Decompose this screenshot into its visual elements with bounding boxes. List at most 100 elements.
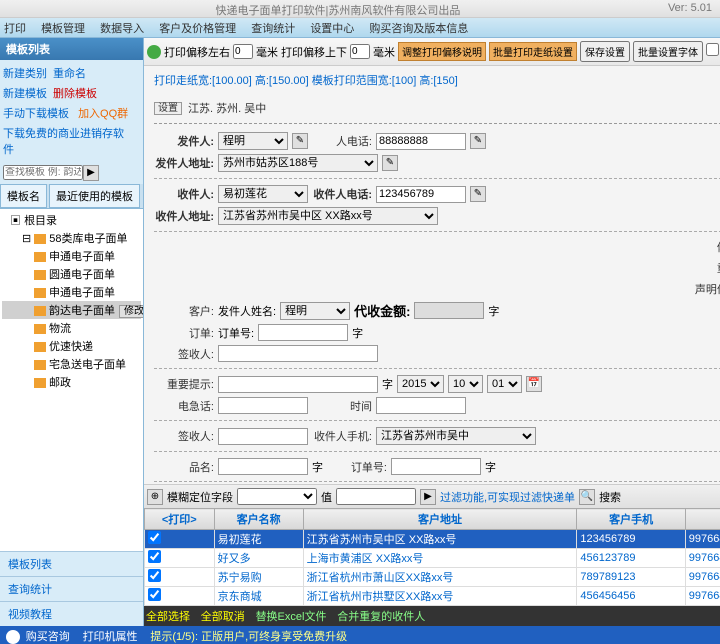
nav-video[interactable]: 视频教程 — [0, 601, 143, 626]
join-qq[interactable]: 加入QQ群 — [78, 108, 128, 120]
save-settings-button[interactable]: 保存设置 — [580, 41, 630, 62]
menu-template[interactable]: 模板管理 — [41, 23, 85, 35]
tree-item[interactable]: 邮政 — [2, 373, 141, 391]
delete-template[interactable]: 删除模板 — [53, 88, 97, 100]
file-icon — [34, 306, 46, 316]
tree-root[interactable]: ▣ 根目录 — [2, 211, 141, 229]
deselect-all[interactable]: 全部取消 — [201, 611, 245, 623]
destination-heading: 设置江苏. 苏州. 吴中 — [154, 92, 720, 124]
recv-mobile-select[interactable]: 江苏省苏州市吴中 — [376, 427, 536, 445]
file-icon — [34, 342, 46, 352]
file-icon — [34, 252, 46, 262]
new-category[interactable]: 新建类别 — [3, 68, 47, 80]
year-select[interactable]: 2015 — [397, 375, 444, 393]
sender-addr-select[interactable]: 苏州市姑苏区188号 — [218, 154, 378, 172]
menu-about[interactable]: 购买咨询及版本信息 — [369, 23, 468, 35]
col-barcode[interactable]: 条码 — [685, 509, 720, 530]
edit-icon[interactable]: ✎ — [470, 133, 486, 149]
merge-dup[interactable]: 合并重复的收件人 — [337, 611, 425, 623]
tree-item[interactable]: 宅急送电子面单 — [2, 355, 141, 373]
grid-row[interactable]: 好又多上海市黄浦区 XX路xx号4561237899976641507000 — [145, 549, 720, 568]
search-icon[interactable]: 🔍 — [579, 489, 595, 505]
grid-row[interactable]: 苏宁易购浙江省杭州市萧山区XX路xx号789789123997664150700… — [145, 568, 720, 587]
edit-icon[interactable]: ✎ — [470, 186, 486, 202]
locate-icon[interactable]: ⊕ — [147, 489, 163, 505]
tree-item[interactable]: 申通电子面单 — [2, 247, 141, 265]
offset-top-input[interactable] — [350, 44, 370, 59]
file-icon — [34, 288, 46, 298]
buy-link[interactable]: 购买咨询 — [26, 631, 70, 643]
recv-tel-input[interactable] — [376, 186, 466, 203]
grid-row[interactable]: 易初莲花江苏省苏州市吴中区 XX路xx号12345678999766415069… — [145, 530, 720, 549]
menu-customer[interactable]: 客户及价格管理 — [159, 23, 236, 35]
col-print[interactable]: <打印> — [145, 509, 215, 530]
template-search[interactable] — [3, 165, 83, 180]
offset-left-input[interactable] — [233, 44, 253, 59]
tree-category[interactable]: ⊟ 58类库电子面单 — [2, 229, 141, 247]
filter-tip[interactable]: 过滤功能,可实现过滤快递单 — [440, 489, 575, 505]
tree-item[interactable]: 物流 — [2, 319, 141, 337]
edit-icon[interactable]: ✎ — [382, 155, 398, 171]
offset-help-button[interactable]: 调整打印偏移说明 — [398, 42, 486, 61]
goods-input[interactable] — [218, 458, 308, 475]
customer-grid[interactable]: <打印> 客户名称 客户地址 客户手机 条码 易初莲花江苏省苏州市吴中区 XX路… — [144, 508, 720, 626]
tree-item[interactable]: 优速快递 — [2, 337, 141, 355]
month-select[interactable]: 10 — [448, 375, 483, 393]
cust-select[interactable]: 程明 — [280, 302, 350, 320]
menu-settings[interactable]: 设置中心 — [310, 23, 354, 35]
version: Ver: 5.01 — [668, 2, 712, 14]
tip-input[interactable] — [218, 376, 378, 393]
sender-tel-input[interactable] — [376, 133, 466, 150]
edit-button[interactable]: 修改 — [119, 305, 143, 318]
calendar-icon[interactable]: 📅 — [526, 376, 542, 392]
search-go-icon[interactable]: ▶ — [83, 165, 99, 181]
batch-font-button[interactable]: 批量设置字体 — [633, 41, 703, 62]
sender-select[interactable]: 程明 — [218, 132, 288, 150]
replace-excel[interactable]: 替换Excel文件 — [256, 611, 327, 623]
menu-print[interactable]: 打印 — [4, 23, 26, 35]
time-input[interactable] — [376, 397, 466, 414]
batch-paper-button[interactable]: 批量打印走纸设置 — [489, 42, 577, 61]
col-phone[interactable]: 客户手机 — [577, 509, 685, 530]
edit-icon[interactable]: ✎ — [292, 133, 308, 149]
filter-field-select[interactable] — [237, 488, 317, 505]
day-select[interactable]: 01 — [487, 375, 522, 393]
recv-addr-select[interactable]: 江苏省苏州市吴中区 XX路xx号 — [218, 207, 438, 225]
status-bar: 购买咨询 打印机属性 提示(1/5): 正版用户,可终身享受免费升级 — [0, 626, 720, 644]
sign-input[interactable] — [218, 345, 378, 362]
order2-input[interactable] — [391, 458, 481, 475]
download-erp[interactable]: 下载免费的商业进销存软件 — [3, 128, 124, 156]
recv-select[interactable]: 易初莲花 — [218, 185, 308, 203]
file-icon — [34, 270, 46, 280]
grid-row[interactable]: 京东商城浙江省杭州市拱墅区XX路xx号456456456997664150700… — [145, 587, 720, 606]
select-all[interactable]: 全部选择 — [146, 611, 190, 623]
tree-item-selected[interactable]: 韵达电子面单修改 — [2, 301, 141, 319]
order-input[interactable] — [258, 324, 348, 341]
template-tree[interactable]: ▣ 根目录 ⊟ 58类库电子面单 申通电子面单 圆通电子面单 申通电子面单 韵达… — [0, 209, 143, 551]
nav-templates[interactable]: 模板列表 — [0, 551, 143, 576]
phone2-input[interactable] — [218, 397, 308, 414]
menu-import[interactable]: 数据导入 — [100, 23, 144, 35]
sign2-input[interactable] — [218, 428, 308, 445]
download-template[interactable]: 手动下载模板 — [3, 108, 69, 120]
tab-template-name[interactable]: 模板名 — [0, 184, 47, 208]
col-addr[interactable]: 客户地址 — [303, 509, 577, 530]
tab-recent[interactable]: 最近使用的模板 — [49, 184, 140, 208]
menu-bar: 打印 模板管理 数据导入 客户及价格管理 查询统计 设置中心 购买咨询及版本信息 — [0, 18, 720, 38]
auto-excel-check[interactable]: 自动识别Excel中的地址 — [706, 43, 720, 60]
filter-bar: ⊕ 模糊定位字段 值 ▶ 过滤功能,可实现过滤快递单 🔍 搜索 — [144, 484, 720, 508]
rename[interactable]: 重命名 — [53, 68, 86, 80]
tree-item[interactable]: 圆通电子面单 — [2, 265, 141, 283]
qq-icon[interactable] — [6, 630, 20, 644]
menu-query[interactable]: 查询统计 — [251, 23, 295, 35]
set-button[interactable]: 设置 — [154, 102, 182, 115]
col-name[interactable]: 客户名称 — [214, 509, 303, 530]
filter-go-icon[interactable]: ▶ — [420, 489, 436, 505]
new-template[interactable]: 新建模板 — [3, 88, 47, 100]
tree-item[interactable]: 申通电子面单 — [2, 283, 141, 301]
printer-prop-link[interactable]: 打印机属性 — [83, 631, 138, 643]
cod-input[interactable] — [414, 302, 484, 319]
filter-value-input[interactable] — [336, 488, 416, 505]
sidebar: 模板列表 新建类别重命名 新建模板删除模板 手动下载模板 加入QQ群 下载免费的… — [0, 38, 144, 626]
nav-query[interactable]: 查询统计 — [0, 576, 143, 601]
